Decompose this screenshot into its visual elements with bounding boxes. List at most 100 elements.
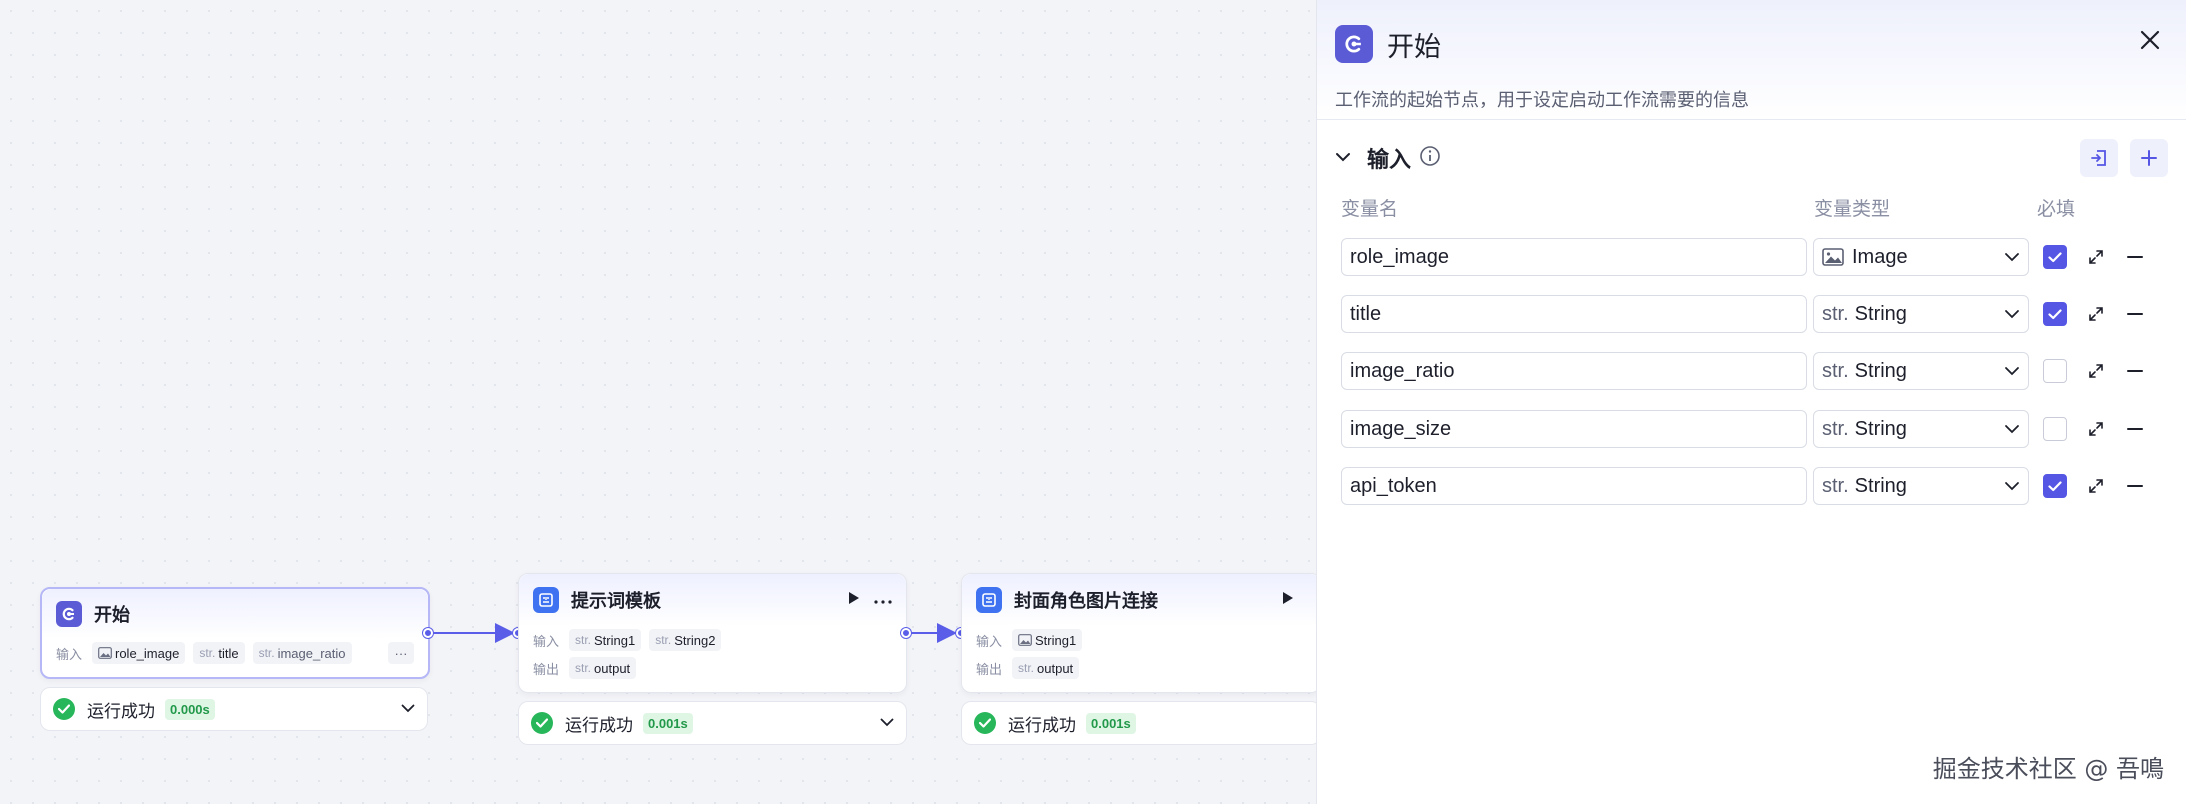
start-status-bar[interactable]: 运行成功 0.000s (40, 687, 428, 731)
chevron-down-icon[interactable] (401, 700, 415, 718)
input-chip-type: str. (655, 633, 672, 647)
variable-row: str.String (1341, 352, 2143, 390)
remove-icon[interactable] (2127, 369, 2143, 373)
plus-icon (2141, 150, 2157, 166)
variable-row: str.String (1341, 467, 2143, 505)
required-checkbox[interactable] (2043, 359, 2067, 383)
prompt-template-node[interactable]: 提示词模板 输入 str. String1 str. String2 输出 st… (518, 573, 907, 693)
output-label: 输出 (976, 661, 1003, 677)
variable-type-select[interactable]: str. String (1813, 410, 2029, 448)
start-node[interactable]: 开始 输入 role_image str. title str. image_r… (40, 587, 430, 679)
chevron-down-icon[interactable] (1335, 149, 1351, 167)
expand-icon[interactable] (2087, 305, 2105, 323)
info-icon[interactable] (1419, 145, 1441, 172)
more-inputs-chip[interactable]: ··· (388, 642, 414, 664)
chevron-down-icon (2005, 482, 2019, 491)
column-header-type: 变量类型 (1814, 199, 1891, 220)
status-text: 运行成功 (87, 701, 155, 721)
workflow-canvas[interactable]: 开始 输入 role_image str. title str. image_r… (0, 0, 1321, 804)
type-label: String (1854, 359, 1907, 382)
time-badge: 0.001s (643, 712, 693, 734)
remove-icon[interactable] (2127, 484, 2143, 488)
input-chip-name: String2 (674, 632, 716, 648)
run-icon[interactable] (848, 591, 860, 610)
status-text: 运行成功 (565, 715, 633, 735)
input-chip: String1 (1012, 629, 1083, 651)
input-chip: role_image (92, 642, 186, 664)
variable-row: str.String (1341, 295, 2143, 333)
watermark: 掘金技术社区 @ 吾鳴 (1932, 755, 2164, 783)
variable-name-input[interactable] (1341, 410, 1807, 448)
cover-link-node[interactable]: 封面角色图片连接 输入 String1 输出 str. output (961, 573, 1321, 693)
section-title: 输入 (1367, 147, 1412, 172)
remove-icon[interactable] (2127, 312, 2143, 316)
input-chip-name: image_ratio (277, 645, 346, 661)
more-icon[interactable] (874, 591, 892, 609)
variable-type-select[interactable]: str. String (1813, 467, 2029, 505)
close-icon[interactable] (2140, 30, 2160, 55)
prompt-output-port[interactable] (901, 628, 911, 638)
input-chip-type: str. (258, 646, 275, 660)
prompt-status-bar[interactable]: 运行成功 0.001s (518, 701, 907, 745)
required-checkbox[interactable] (2043, 474, 2067, 498)
panel-description: 工作流的起始节点，用于设定启动工作流需要的信息 (1335, 90, 1749, 110)
import-button[interactable] (2080, 139, 2118, 177)
add-variable-button[interactable] (2130, 139, 2168, 177)
run-icon[interactable] (1282, 591, 1294, 610)
time-badge: 0.000s (165, 698, 215, 720)
type-prefix: str. (1822, 474, 1849, 497)
variable-type-select[interactable]: str. String (1813, 352, 2029, 390)
node-config-panel: 开始 工作流的起始节点，用于设定启动工作流需要的信息 输入 变量名 变量类型 必… (1316, 0, 2186, 804)
output-chip-type: str. (575, 661, 592, 675)
variable-row: str.String (1341, 410, 2143, 448)
type-prefix: str. (1822, 302, 1849, 325)
image-icon (1822, 248, 1844, 266)
input-chip-name: String1 (1035, 632, 1077, 648)
template-icon (533, 587, 559, 613)
remove-icon[interactable] (2127, 255, 2143, 259)
cover-status-bar[interactable]: 运行成功 0.001s (961, 701, 1321, 745)
chevron-down-icon (2005, 310, 2019, 319)
input-chip: str. title (193, 642, 245, 664)
required-checkbox[interactable] (2043, 417, 2067, 441)
image-icon (98, 647, 112, 659)
expand-icon[interactable] (2087, 420, 2105, 438)
input-chip-name: String1 (594, 632, 636, 648)
panel-header: 开始 工作流的起始节点，用于设定启动工作流需要的信息 (1317, 0, 2186, 120)
type-label: String (1854, 302, 1907, 325)
expand-icon[interactable] (2087, 477, 2105, 495)
required-checkbox[interactable] (2043, 245, 2067, 269)
start-output-port[interactable] (423, 628, 433, 638)
chevron-down-icon[interactable] (880, 714, 894, 732)
chevron-down-icon (2005, 425, 2019, 434)
variable-type-select[interactable]: str. String (1813, 295, 2029, 333)
input-chip-type: str. (575, 633, 592, 647)
required-checkbox[interactable] (2043, 302, 2067, 326)
remove-icon[interactable] (2127, 427, 2143, 431)
type-label: String (1854, 474, 1907, 497)
expand-icon[interactable] (2087, 362, 2105, 380)
panel-title: 开始 (1387, 31, 1441, 62)
variable-type-select[interactable]: Image (1813, 238, 2029, 276)
variable-name-input[interactable] (1341, 467, 1807, 505)
variable-name-input[interactable] (1341, 352, 1807, 390)
type-label: Image (1852, 245, 1908, 268)
output-chip: str. output (569, 657, 637, 679)
inputs-section-header: 输入 (1335, 138, 2168, 178)
input-chip: str. image_ratio (252, 642, 352, 664)
variables-table-header: 变量名 变量类型 必填 (1341, 194, 2186, 220)
variable-row: Image (1341, 238, 2143, 276)
variable-name-input[interactable] (1341, 295, 1807, 333)
output-chip-name: output (594, 660, 631, 676)
success-check-icon (974, 712, 996, 734)
chevron-down-icon (2005, 253, 2019, 262)
column-header-required: 必填 (2037, 199, 2076, 220)
variable-name-input[interactable] (1341, 238, 1807, 276)
input-label: 输入 (56, 646, 83, 662)
input-label: 输入 (533, 633, 560, 649)
start-node-title: 开始 (94, 605, 130, 625)
expand-icon[interactable] (2087, 248, 2105, 266)
success-check-icon (531, 712, 553, 734)
image-icon (1018, 634, 1032, 646)
time-badge: 0.001s (1086, 712, 1136, 734)
